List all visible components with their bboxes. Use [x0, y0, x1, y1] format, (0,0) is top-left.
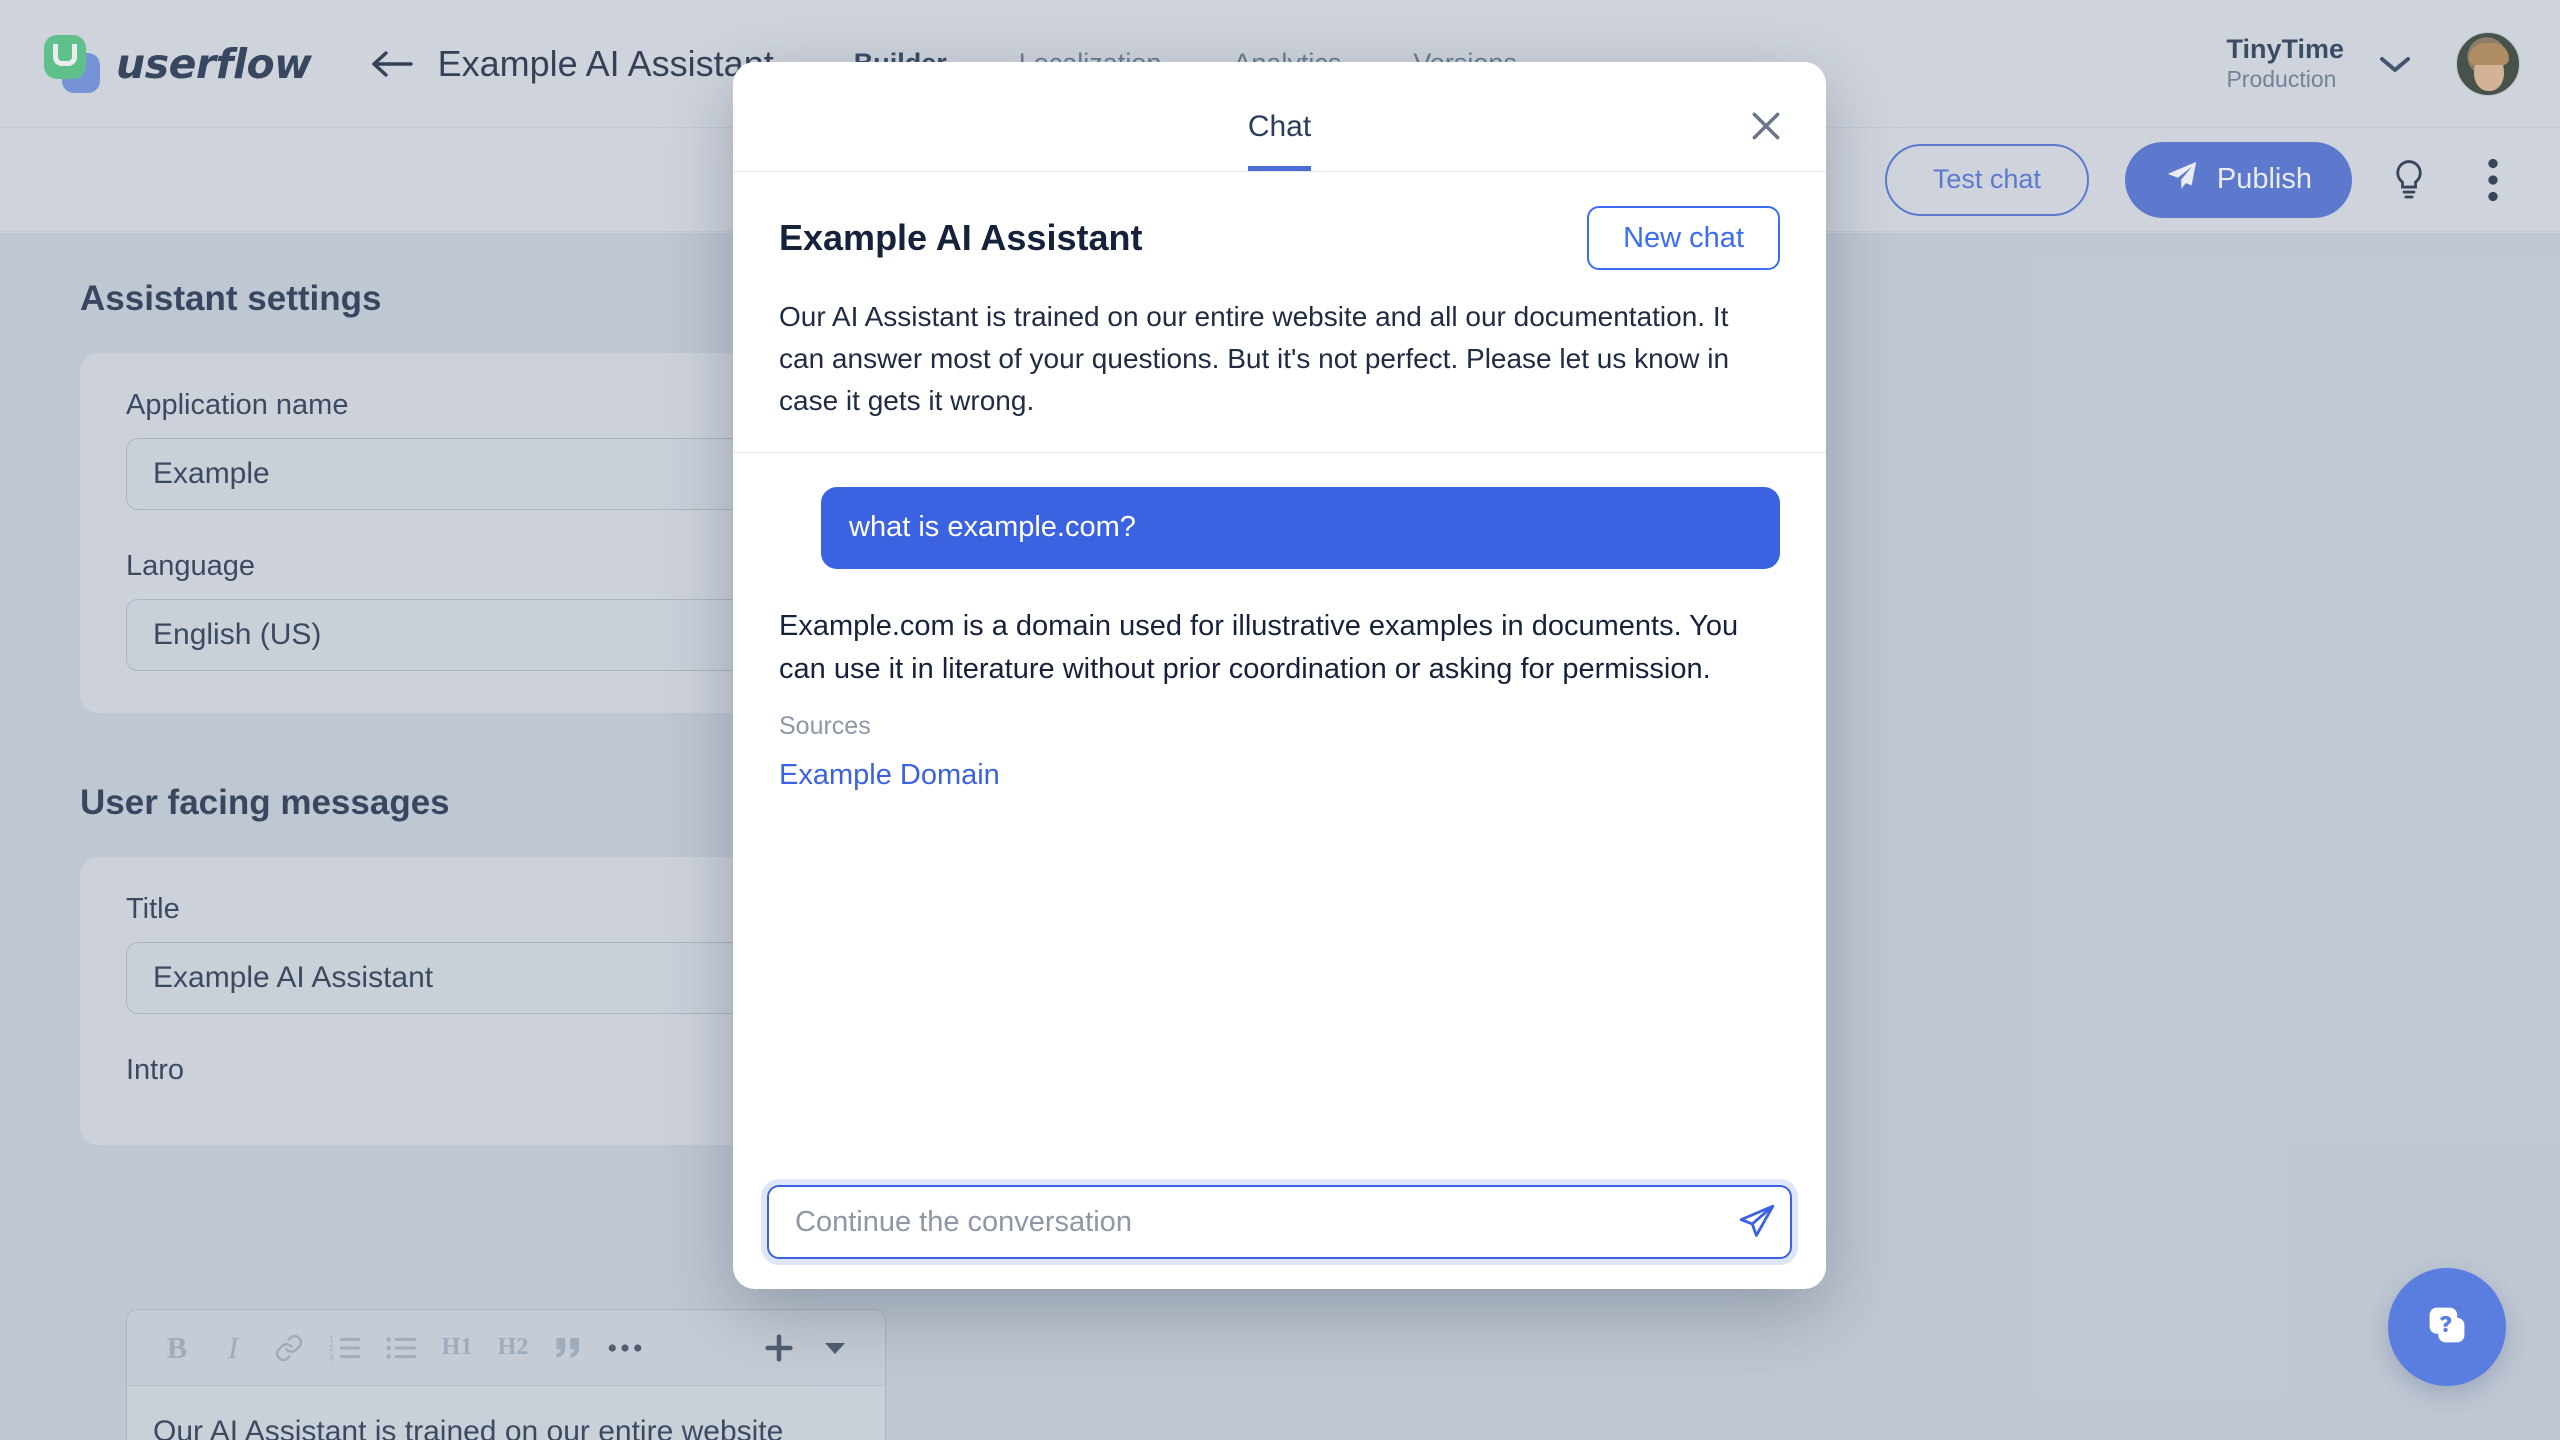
- intro-label: Intro: [126, 1054, 185, 1086]
- help-question-cards-icon: [2418, 1296, 2476, 1359]
- more-options-icon[interactable]: [597, 1320, 653, 1376]
- title-label: Title: [126, 893, 180, 925]
- user-facing-messages-card: Title Intro: [80, 857, 840, 1145]
- block-type-caret-icon[interactable]: [807, 1320, 863, 1376]
- sources-label: Sources: [779, 711, 871, 740]
- tab-chat[interactable]: Chat: [1247, 110, 1312, 171]
- app-root: userflow Example AI Assistant Builder Lo…: [0, 0, 2560, 1440]
- modal-intro-block: Example AI Assistant New chat Our AI Ass…: [733, 172, 1826, 453]
- header-right-cluster: TinyTime Production: [2226, 31, 2520, 96]
- brand-wordmark: userflow: [116, 39, 312, 88]
- paper-plane-icon: [2165, 159, 2199, 201]
- modal-header: Chat: [733, 62, 1826, 172]
- application-name-input[interactable]: [126, 438, 794, 510]
- intro-rich-text-editor: B I 1 2 3 H1 H2 Our AI Assistant is trai…: [126, 1309, 886, 1440]
- title-field: Title: [126, 893, 794, 1014]
- source-link-example-domain[interactable]: Example Domain: [779, 759, 1000, 792]
- userflow-logo-icon: [44, 34, 100, 93]
- add-block-icon[interactable]: [751, 1320, 807, 1376]
- org-name: TinyTime: [2226, 34, 2344, 64]
- assistant-settings-card: Application name Language: [80, 353, 840, 713]
- test-chat-button[interactable]: Test chat: [1884, 143, 2089, 216]
- assistant-message: Example.com is a domain used for illustr…: [779, 609, 1739, 686]
- intro-field: Intro: [126, 1054, 794, 1087]
- org-environment: Production: [2226, 65, 2337, 92]
- brand-logo[interactable]: userflow: [44, 34, 312, 93]
- help-widget-button[interactable]: [2388, 1268, 2506, 1386]
- bold-icon[interactable]: B: [149, 1320, 205, 1376]
- page-title: Example AI Assistant: [437, 42, 774, 84]
- italic-icon[interactable]: I: [205, 1320, 261, 1376]
- send-paper-plane-icon[interactable]: [1724, 1187, 1790, 1257]
- chevron-down-icon[interactable]: [2378, 53, 2412, 75]
- close-icon[interactable]: [1742, 102, 1790, 150]
- assistant-title: Example AI Assistant: [779, 217, 1143, 258]
- language-label: Language: [126, 550, 256, 582]
- publish-button[interactable]: Publish: [2124, 141, 2352, 218]
- chat-message-input[interactable]: [769, 1205, 1724, 1239]
- heading-1-icon[interactable]: H1: [429, 1320, 485, 1376]
- blockquote-icon[interactable]: [541, 1320, 597, 1376]
- application-name-field: Application name: [126, 389, 794, 510]
- lightbulb-icon[interactable]: [2382, 153, 2436, 207]
- svg-text:3: 3: [329, 1352, 334, 1362]
- language-field: Language: [126, 550, 794, 671]
- org-switcher[interactable]: TinyTime Production: [2226, 34, 2344, 93]
- language-select[interactable]: [126, 599, 794, 671]
- avatar[interactable]: [2456, 31, 2520, 96]
- chat-input-area: [733, 1161, 1826, 1289]
- title-input[interactable]: [126, 942, 794, 1014]
- assistant-intro-text: Our AI Assistant is trained on our entir…: [779, 301, 1730, 416]
- ordered-list-icon[interactable]: 1 2 3: [317, 1320, 373, 1376]
- heading-2-icon[interactable]: H2: [485, 1320, 541, 1376]
- chat-preview-modal: Chat Example AI Assistant New chat Our A…: [733, 62, 1826, 1289]
- user-message-bubble: what is example.com?: [821, 487, 1780, 569]
- kebab-menu-icon[interactable]: [2466, 153, 2520, 207]
- back-arrow-icon[interactable]: [364, 36, 420, 92]
- intro-editor-content[interactable]: Our AI Assistant is trained on our entir…: [127, 1386, 885, 1440]
- publish-button-label: Publish: [2216, 163, 2312, 195]
- rich-text-toolbar: B I 1 2 3 H1 H2: [127, 1310, 885, 1386]
- bullet-list-icon[interactable]: [373, 1320, 429, 1376]
- application-name-label: Application name: [126, 389, 349, 421]
- chat-message-list: what is example.com? Example.com is a do…: [733, 453, 1826, 1161]
- link-icon[interactable]: [261, 1320, 317, 1376]
- new-chat-button[interactable]: New chat: [1587, 206, 1780, 270]
